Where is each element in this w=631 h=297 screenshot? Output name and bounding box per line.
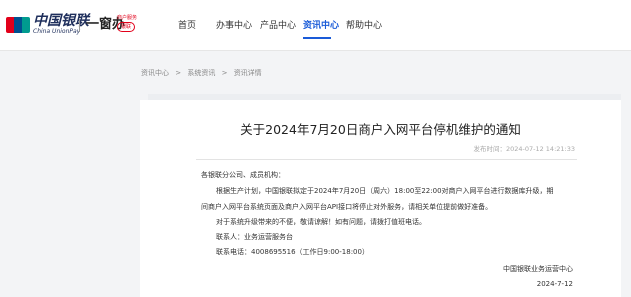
contact-phone: 联系电话：4008695516（工作日9:00-18:00） [216, 248, 369, 256]
breadcrumb-news-center[interactable]: 资讯中心 [141, 68, 169, 78]
publish-time: 发布时间：2024-07-12 14:21:33 [473, 145, 575, 153]
logo-chinese-name: 中国银联 [33, 13, 89, 29]
breadcrumb-separator: > [221, 69, 228, 77]
article-greeting: 各银联分公司、成员机构： [201, 171, 285, 179]
brand-badge: 商户服务 银联 [117, 15, 137, 32]
brand-badge-label: 银联 [117, 22, 135, 32]
article-paragraph-1-line-2: 间商户入网平台系统页面及商户入网平台API接口将停止对外服务，请相关单位提前做好… [201, 203, 493, 211]
unionpay-logo-text[interactable]: 中国银联 China UnionPay [33, 14, 89, 36]
logo-divider [79, 19, 80, 32]
contact-person: 联系人：业务运营服务台 [216, 233, 293, 241]
signature-date: 2024-7-12 [536, 280, 573, 288]
nav-help-center[interactable]: 帮助中心 [346, 20, 382, 32]
article-title: 关于2024年7月20日商户入网平台停机维护的通知 [240, 122, 521, 137]
nav-product-center[interactable]: 产品中心 [260, 20, 296, 32]
logo-stripe-blue [14, 17, 22, 33]
nav-news-center[interactable]: 资讯中心 [303, 20, 339, 32]
breadcrumb-news-detail: 资讯详情 [233, 69, 262, 77]
signature-organization: 中国银联业务运营中心 [503, 265, 573, 273]
logo-stripe-red [6, 17, 14, 33]
breadcrumb: 资讯中心 > 系统资讯 > 资讯详情 [141, 68, 262, 78]
article-card: 关于2024年7月20日商户入网平台停机维护的通知 发布时间：2024-07-1… [140, 100, 621, 297]
article-paragraph-1-line-1: 根据生产计划，中国银联拟定于2024年7月20日（周六）18:00至22:00对… [216, 187, 554, 195]
logo-stripe-teal [22, 17, 30, 33]
breadcrumb-separator: > [175, 69, 182, 77]
logo-english-name: China UnionPay [33, 28, 81, 35]
top-navigation-bar: 中国银联 China UnionPay 一窗办 商户服务 银联 首页 办事中心 … [0, 0, 631, 51]
title-divider [196, 159, 577, 160]
brand-badge-caption: 商户服务 [117, 15, 138, 21]
nav-service-center[interactable]: 办事中心 [216, 20, 252, 32]
active-nav-indicator [303, 37, 331, 39]
article-paragraph-2: 对于系统升级带来的不便，敬请谅解！如有问题，请拨打值班电话。 [216, 218, 426, 226]
nav-home[interactable]: 首页 [178, 20, 196, 32]
breadcrumb-system-news[interactable]: 系统资讯 [187, 68, 215, 78]
unionpay-card-logo-icon[interactable] [6, 17, 30, 33]
